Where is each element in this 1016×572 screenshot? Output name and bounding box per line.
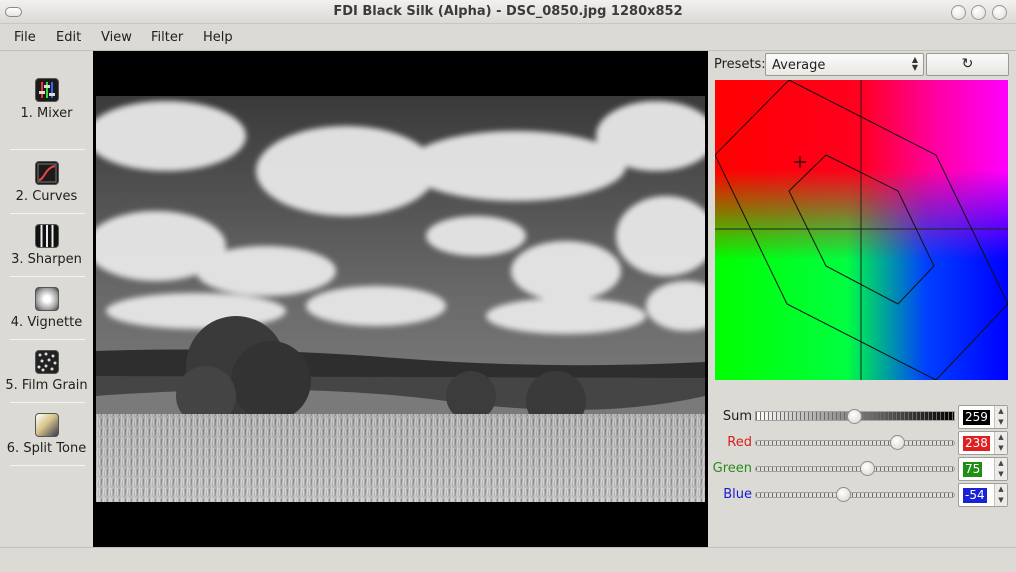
sum-slider-row: Sum 259 ▲ ▼ — [708, 405, 1016, 429]
tool-panel: 1. Mixer 2. Curves 3. Sharpen 4. Vignett… — [0, 51, 93, 547]
menu-bar: File Edit View Filter Help — [0, 24, 1016, 51]
separator — [10, 149, 85, 150]
refresh-icon: ↻ — [961, 56, 974, 72]
tool-curves[interactable]: 2. Curves — [0, 161, 93, 204]
tool-film-grain[interactable]: 5. Film Grain — [0, 350, 93, 393]
sum-label: Sum — [722, 409, 752, 424]
green-value: 75 — [963, 462, 983, 477]
presets-label: Presets: — [714, 57, 766, 72]
tool-sharpen[interactable]: 3. Sharpen — [0, 224, 93, 267]
minimize-button[interactable] — [951, 5, 966, 20]
curves-icon — [34, 161, 59, 185]
tool-label: 1. Mixer — [20, 106, 73, 121]
spin-arrows-icon[interactable]: ▲ ▼ — [994, 458, 1007, 480]
blue-label: Blue — [723, 487, 752, 502]
blue-slider-thumb[interactable] — [836, 487, 851, 502]
menu-edit[interactable]: Edit — [56, 30, 81, 45]
tool-split-tone[interactable]: 6. Split Tone — [0, 413, 93, 456]
green-label: Green — [712, 461, 752, 476]
tool-mixer[interactable]: 1. Mixer — [0, 78, 93, 121]
title-bar: FDI Black Silk (Alpha) - DSC_0850.jpg 12… — [0, 0, 1016, 24]
updown-arrow-icon: ▲ ▼ — [911, 55, 918, 72]
green-spinbox[interactable]: 75 ▲ ▼ — [958, 457, 1008, 481]
tool-vignette[interactable]: 4. Vignette — [0, 287, 93, 330]
tool-label: 6. Split Tone — [6, 441, 87, 456]
separator — [10, 402, 85, 403]
sum-value: 259 — [963, 410, 990, 425]
split-tone-icon — [34, 413, 59, 437]
sum-slider-thumb[interactable] — [847, 409, 862, 424]
reset-button[interactable]: ↻ — [926, 53, 1009, 76]
tool-label: 2. Curves — [15, 189, 78, 204]
green-slider-thumb[interactable] — [860, 461, 875, 476]
red-spinbox[interactable]: 238 ▲ ▼ — [958, 431, 1008, 455]
maximize-button[interactable] — [971, 5, 986, 20]
tool-label: 5. Film Grain — [5, 378, 88, 393]
tool-label: 3. Sharpen — [11, 252, 82, 267]
menu-file[interactable]: File — [14, 30, 36, 45]
green-slider-row: Green 75 ▲ ▼ — [708, 457, 1016, 481]
sum-spinbox[interactable]: 259 ▲ ▼ — [958, 405, 1008, 429]
blue-slider-track[interactable] — [755, 492, 955, 498]
window-title: FDI Black Silk (Alpha) - DSC_0850.jpg 12… — [333, 4, 683, 19]
red-slider-track[interactable] — [755, 440, 955, 446]
separator — [10, 276, 85, 277]
close-button[interactable] — [992, 5, 1007, 20]
menu-help[interactable]: Help — [203, 30, 233, 45]
tool-label: 4. Vignette — [10, 315, 83, 330]
mixer-icon — [34, 78, 59, 102]
separator — [10, 213, 85, 214]
spin-arrows-icon[interactable]: ▲ ▼ — [994, 484, 1007, 506]
red-slider-row: Red 238 ▲ ▼ — [708, 431, 1016, 455]
mixer-panel: Presets: Average ▲ ▼ ↻ Sum 259 ▲ ▼ Red 2… — [708, 51, 1016, 547]
red-slider-thumb[interactable] — [890, 435, 905, 450]
green-slider-track[interactable] — [755, 466, 955, 472]
menu-filter[interactable]: Filter — [151, 30, 183, 45]
blue-slider-row: Blue -54 ▲ ▼ — [708, 483, 1016, 507]
preview-image — [96, 96, 705, 502]
spin-arrows-icon[interactable]: ▲ ▼ — [994, 406, 1007, 428]
separator — [10, 465, 85, 466]
menu-view[interactable]: View — [101, 30, 132, 45]
film-grain-icon — [34, 350, 59, 374]
spin-arrows-icon[interactable]: ▲ ▼ — [994, 432, 1007, 454]
sharpen-icon — [34, 224, 59, 248]
presets-dropdown[interactable]: Average ▲ ▼ — [765, 53, 924, 76]
presets-value: Average — [772, 58, 826, 73]
red-label: Red — [727, 435, 752, 450]
image-canvas[interactable] — [93, 51, 708, 547]
blue-spinbox[interactable]: -54 ▲ ▼ — [958, 483, 1008, 507]
red-value: 238 — [963, 436, 990, 451]
blue-value: -54 — [963, 488, 987, 503]
vignette-icon — [34, 287, 59, 311]
status-bar — [0, 547, 1016, 572]
color-mixer-map[interactable] — [715, 80, 1008, 380]
separator — [10, 339, 85, 340]
